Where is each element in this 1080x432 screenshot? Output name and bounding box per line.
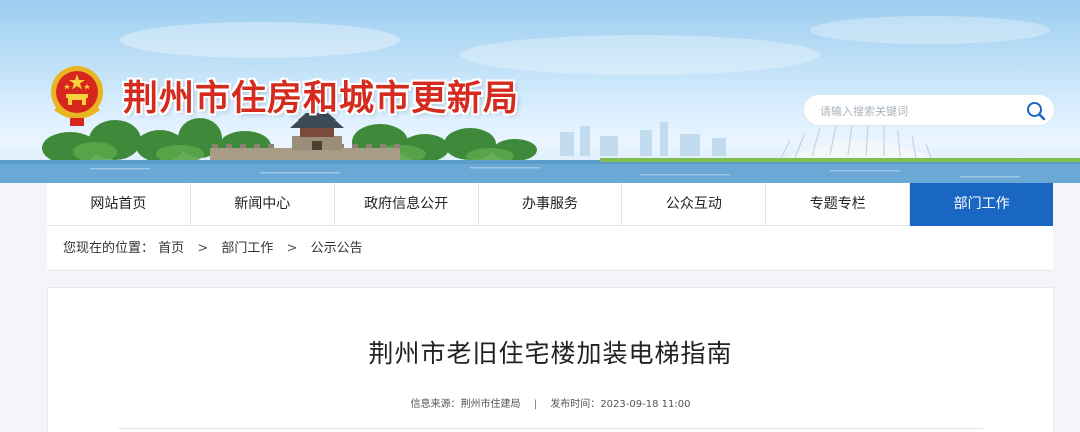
breadcrumb-separator: > [197, 241, 209, 256]
search-box [803, 94, 1055, 126]
source-label: 信息来源： [410, 399, 461, 410]
nav-item-topics[interactable]: 专题专栏 [766, 183, 911, 226]
breadcrumb-prefix: 您现在的位置： [63, 241, 155, 256]
divider [118, 428, 983, 429]
breadcrumb: 您现在的位置： 首页 > 部门工作 > 公示公告 [47, 226, 1053, 271]
nav-item-services[interactable]: 办事服务 [479, 183, 623, 226]
header-banner: 荆州市住房和城市更新局 [0, 0, 1080, 183]
breadcrumb-link-home[interactable]: 首页 [158, 241, 184, 256]
nav-item-home[interactable]: 网站首页 [47, 183, 191, 226]
search-button[interactable] [1024, 99, 1048, 123]
nav-item-gov-info[interactable]: 政府信息公开 [335, 183, 479, 226]
search-icon [1027, 102, 1046, 121]
breadcrumb-link-notices[interactable]: 公示公告 [311, 241, 363, 256]
article-panel: 荆州市老旧住宅楼加装电梯指南 信息来源：荆州市住建局 | 发布时间：2023-0… [47, 287, 1054, 432]
breadcrumb-link-department-work[interactable]: 部门工作 [221, 241, 273, 256]
article-title: 荆州市老旧住宅楼加装电梯指南 [368, 339, 733, 368]
nav-item-department-work[interactable]: 部门工作 [910, 183, 1054, 226]
nav-item-news[interactable]: 新闻中心 [191, 183, 335, 226]
site-title: 荆州市住房和城市更新局 [123, 79, 520, 119]
meta-divider: | [533, 399, 538, 410]
breadcrumb-separator: > [286, 241, 298, 256]
date-value: 2023-09-18 11:00 [600, 399, 691, 410]
date-label: 发布时间： [550, 399, 601, 410]
main-nav: 网站首页 新闻中心 政府信息公开 办事服务 公众互动 专题专栏 部门工作 [47, 183, 1054, 226]
national-emblem-icon [51, 66, 103, 126]
source-value: 荆州市住建局 [460, 399, 521, 410]
article-meta: 信息来源：荆州市住建局 | 发布时间：2023-09-18 11:00 [48, 395, 1053, 410]
nav-item-interaction[interactable]: 公众互动 [622, 183, 767, 226]
search-input[interactable] [820, 101, 1020, 121]
